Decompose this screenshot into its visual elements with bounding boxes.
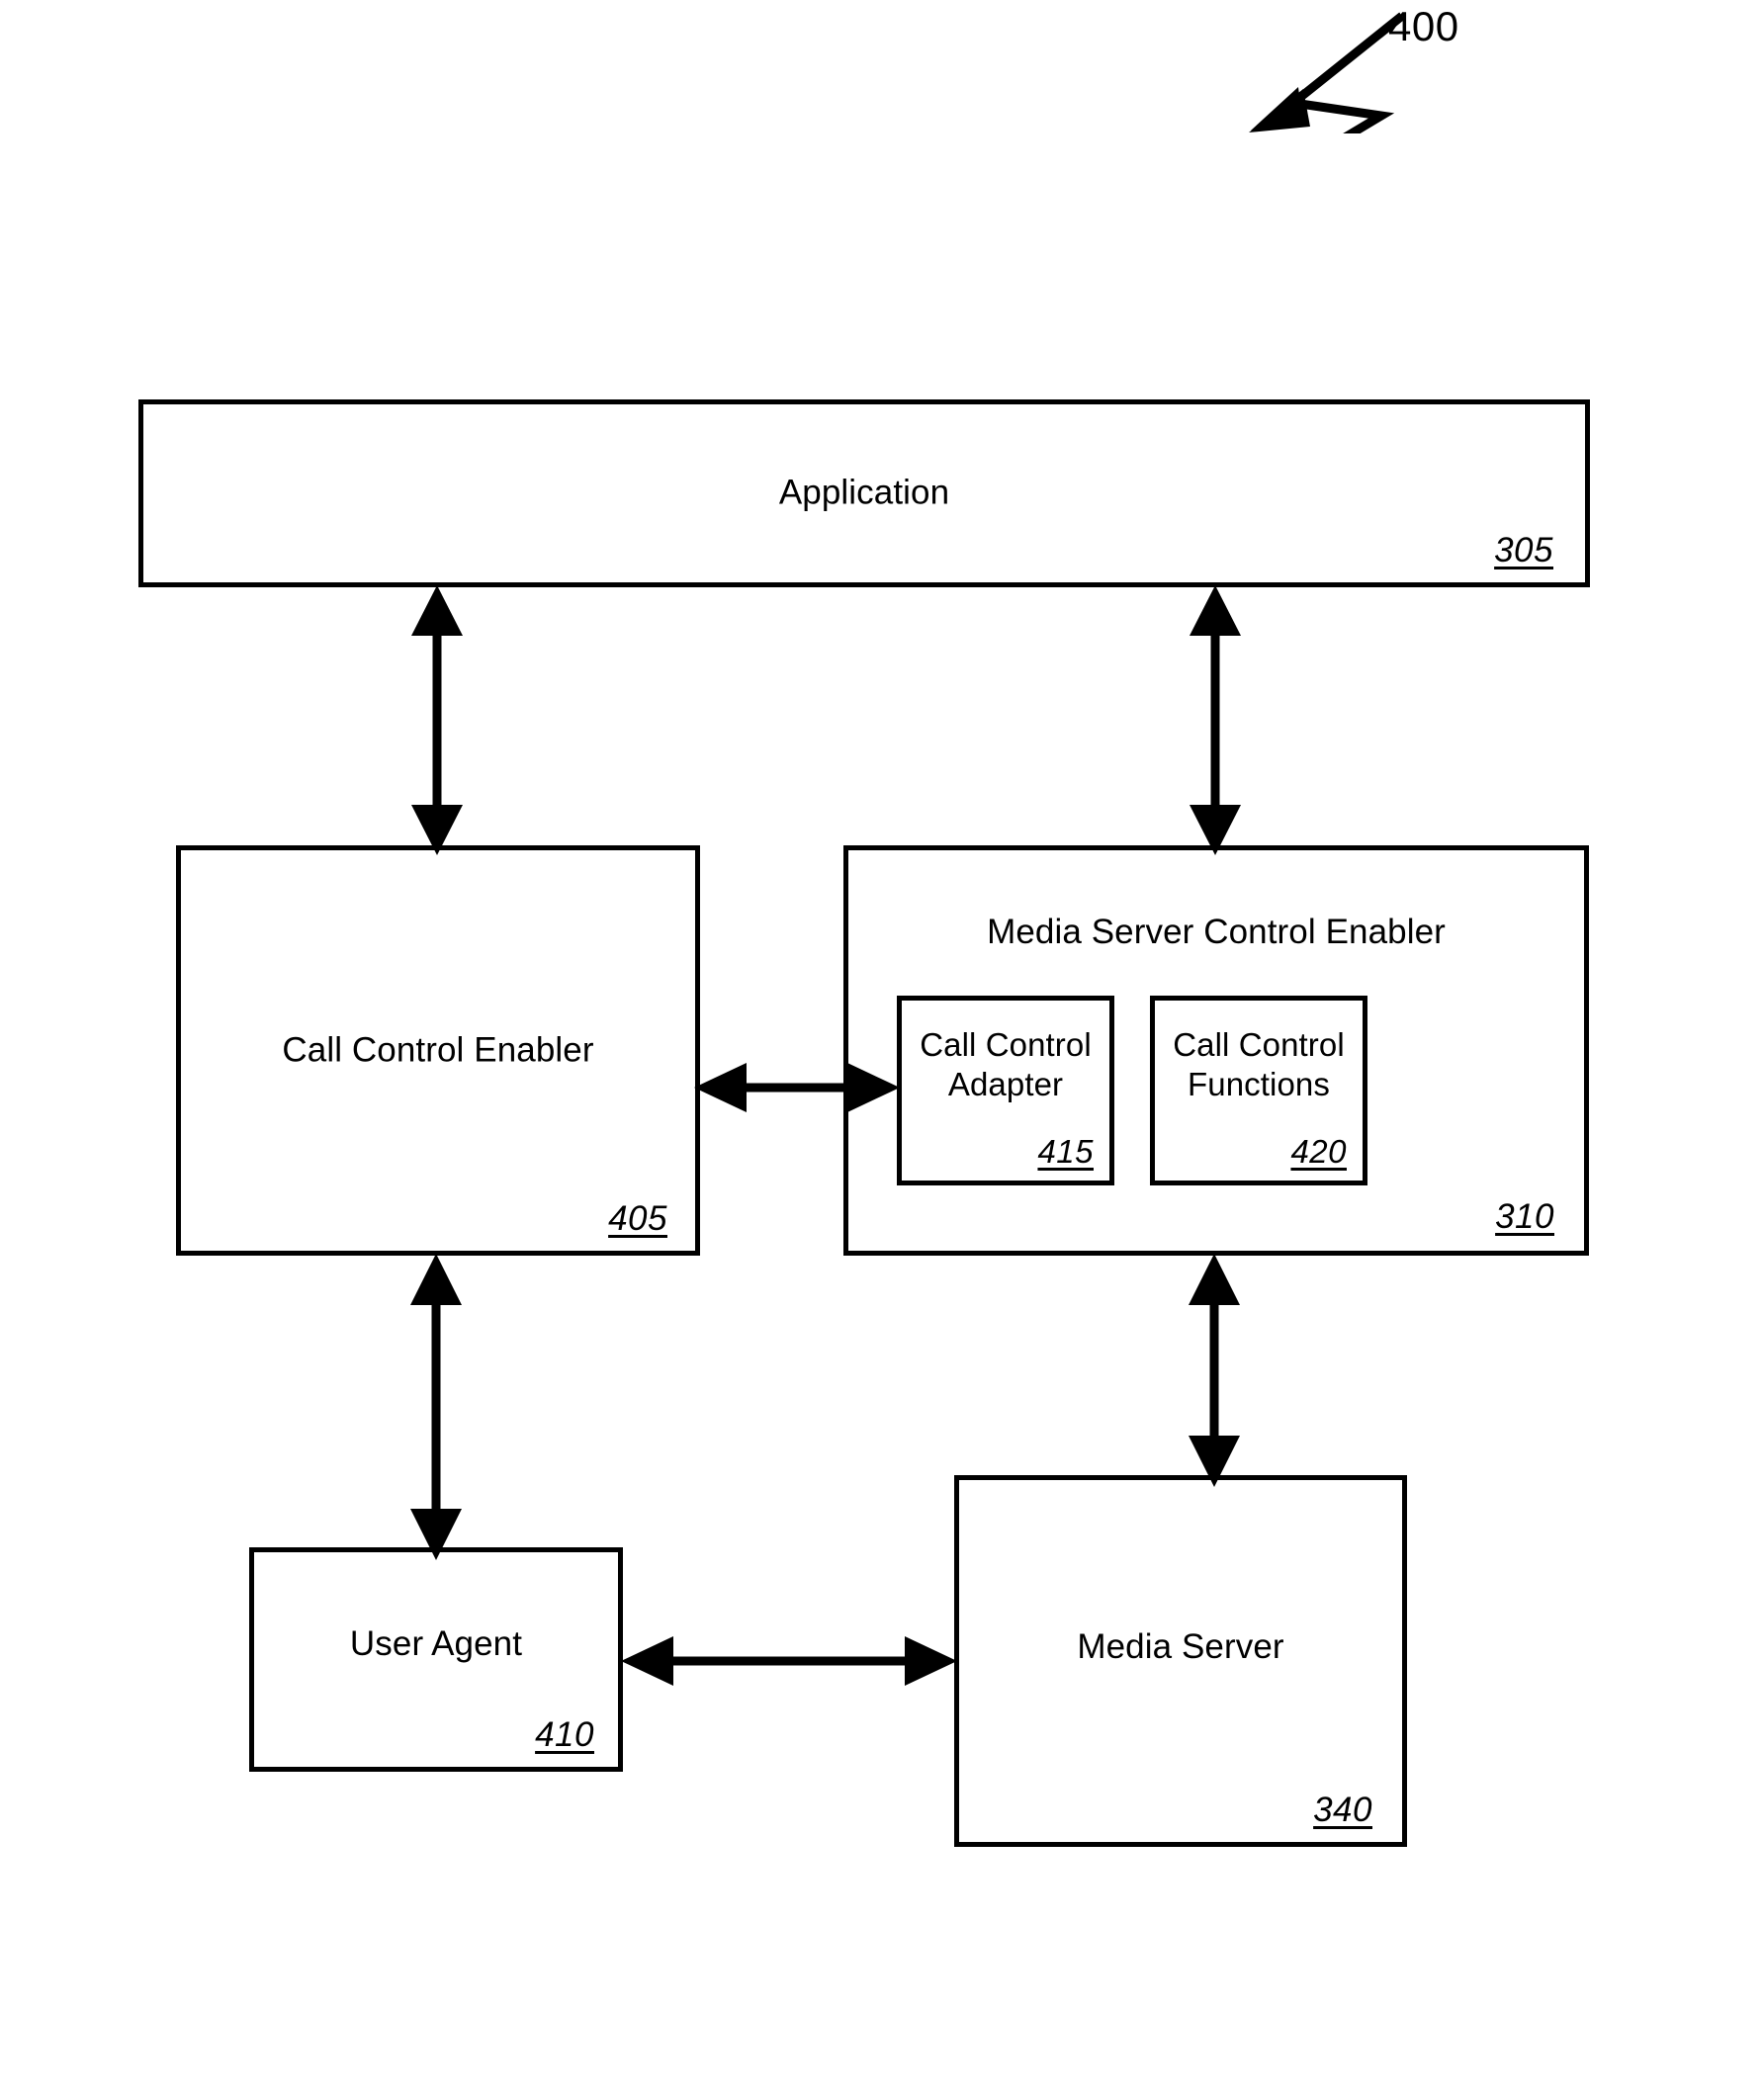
media-server-label: Media Server xyxy=(1077,1627,1284,1666)
call-control-adapter-block[interactable]: Call Control Adapter 415 xyxy=(897,996,1114,1185)
media-server-control-enabler-block[interactable]: Media Server Control Enabler 310 Call Co… xyxy=(843,845,1589,1256)
call-control-enabler-block[interactable]: Call Control Enabler 405 xyxy=(176,845,700,1256)
user-agent-ref-number: 410 xyxy=(535,1715,594,1754)
connector-media-server-control-enabler-to-media-server xyxy=(1189,1254,1240,1487)
media-server-control-enabler-label: Media Server Control Enabler xyxy=(987,913,1446,951)
call-control-functions-label: Call Control Functions xyxy=(1173,1026,1345,1103)
application-block[interactable]: Application 305 xyxy=(138,399,1590,587)
connector-user-agent-to-media-server xyxy=(621,1636,957,1686)
lightning-bolt-arrow-icon xyxy=(1241,10,1409,180)
media-server-block[interactable]: Media Server 340 xyxy=(954,1475,1407,1847)
call-control-adapter-label: Call Control Adapter xyxy=(920,1026,1092,1103)
application-ref-number: 305 xyxy=(1494,531,1553,569)
connector-application-to-call-control-enabler xyxy=(411,585,463,855)
user-agent-label: User Agent xyxy=(349,1624,523,1663)
call-control-functions-block[interactable]: Call Control Functions 420 xyxy=(1150,996,1367,1185)
application-label: Application xyxy=(778,473,950,512)
connector-call-control-enabler-to-user-agent xyxy=(410,1254,462,1560)
figure-400-diagram: 400 Application 305 Call Control Enabler… xyxy=(0,0,1763,2100)
media-server-control-enabler-ref-number: 310 xyxy=(1495,1197,1554,1236)
figure-number: 400 xyxy=(1388,3,1459,49)
call-control-adapter-ref-number: 415 xyxy=(1037,1133,1094,1170)
call-control-enabler-ref-number: 405 xyxy=(608,1199,667,1238)
connector-application-to-media-server-control-enabler xyxy=(1190,585,1241,855)
call-control-enabler-label: Call Control Enabler xyxy=(282,1030,594,1070)
call-control-functions-ref-number: 420 xyxy=(1290,1133,1347,1170)
user-agent-block[interactable]: User Agent 410 xyxy=(249,1547,623,1772)
media-server-ref-number: 340 xyxy=(1313,1791,1372,1829)
